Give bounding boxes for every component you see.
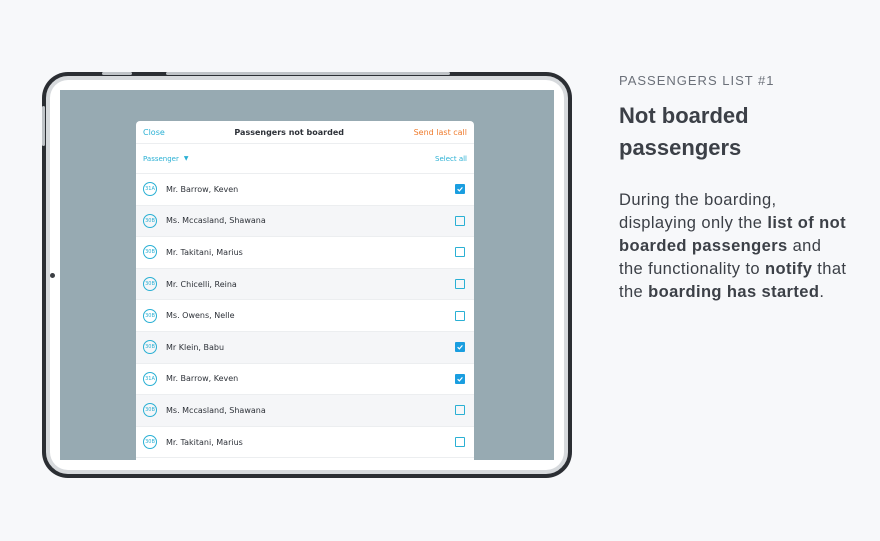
passenger-checkbox[interactable] xyxy=(455,437,465,448)
passenger-checkbox[interactable] xyxy=(455,310,465,321)
device-button xyxy=(42,106,45,146)
tablet-device: Close Passengers not boarded Send last c… xyxy=(42,72,570,476)
passenger-name: Mr. Takitani, Marius xyxy=(166,247,243,257)
passenger-row[interactable]: 31A Mr. Barrow, Keven xyxy=(136,364,474,396)
passenger-row[interactable]: 30B Mr. Chicelli, Reina xyxy=(136,268,474,301)
check-icon xyxy=(457,376,463,382)
description-panel: PASSENGERS LIST #1 Not boarded passenger… xyxy=(619,73,849,304)
passenger-checkbox[interactable] xyxy=(455,405,465,416)
passenger-filter-dropdown[interactable]: Passenger ▼ xyxy=(143,155,189,163)
close-button[interactable]: Close xyxy=(143,128,165,137)
passenger-checkbox[interactable] xyxy=(455,247,465,258)
seat-badge: 30B xyxy=(143,403,157,418)
seat-badge: 31A xyxy=(143,182,157,197)
seat-badge: 30B xyxy=(143,435,157,450)
modal-header: Close Passengers not boarded Send last c… xyxy=(136,121,474,144)
caret-down-icon: ▼ xyxy=(183,155,189,162)
passengers-modal: Close Passengers not boarded Send last c… xyxy=(136,121,474,460)
passenger-row[interactable]: 30B Ms. Mccasland, Shawana xyxy=(136,205,474,238)
passenger-checkbox[interactable] xyxy=(455,342,465,353)
camera-icon xyxy=(50,273,55,278)
device-button xyxy=(102,72,132,75)
passenger-name: Mr Klein, Babu xyxy=(166,342,225,352)
filter-row: Passenger ▼ Select all xyxy=(136,144,474,174)
passenger-name: Ms. Mccasland, Shawana xyxy=(166,405,266,415)
passenger-name: Mr. Barrow, Keven xyxy=(166,374,239,384)
description-segment: . xyxy=(819,283,825,301)
passenger-row[interactable]: 30B Mr. Takitani, Marius xyxy=(136,427,474,459)
seat-badge: 30B xyxy=(143,245,157,260)
passenger-checkbox[interactable] xyxy=(455,279,465,290)
send-last-call-button[interactable]: Send last call xyxy=(414,128,467,137)
passenger-row[interactable]: 30B Mr Klein, Babu xyxy=(136,331,474,364)
title-line: passengers xyxy=(619,135,742,160)
filter-label: Passenger xyxy=(143,154,179,163)
passenger-row[interactable]: 30B Ms. Mccasland, Shawana xyxy=(136,395,474,427)
seat-badge: 30B xyxy=(143,277,157,292)
passenger-name: Mr. Barrow, Keven xyxy=(166,184,239,194)
passenger-name: Mr. Takitani, Marius xyxy=(166,437,243,447)
description-text: During the boarding, displaying only the… xyxy=(619,189,849,304)
passenger-row[interactable]: 30B Ms. Owens, Nelle xyxy=(136,300,474,332)
select-all-button[interactable]: Select all xyxy=(435,155,467,163)
description-emphasis: boarding has started xyxy=(648,283,820,301)
modal-title: Passengers not boarded xyxy=(234,127,344,137)
passenger-name: Ms. Owens, Nelle xyxy=(166,311,235,321)
passenger-checkbox[interactable] xyxy=(455,184,465,195)
device-button xyxy=(166,72,450,75)
passenger-row[interactable]: 31A Mr. Barrow, Keven xyxy=(136,174,474,206)
title-line: Not boarded xyxy=(619,103,749,128)
page-title: Not boarded passengers xyxy=(619,100,849,164)
passenger-list: 31A Mr. Barrow, Keven 30B Ms. Mccasland, Sh… xyxy=(136,174,474,459)
seat-badge: 31A xyxy=(143,371,157,386)
check-icon xyxy=(457,345,463,350)
seat-badge: 30B xyxy=(143,213,157,228)
tablet-screen: Close Passengers not boarded Send last c… xyxy=(60,90,554,460)
passenger-checkbox[interactable] xyxy=(455,373,465,384)
description-emphasis: notify xyxy=(764,260,813,278)
passenger-name: Mr. Chicelli, Reina xyxy=(166,279,237,289)
section-eyebrow: PASSENGERS LIST #1 xyxy=(619,73,775,88)
seat-badge: 30B xyxy=(143,340,157,355)
passenger-name: Ms. Mccasland, Shawana xyxy=(166,216,266,226)
passenger-checkbox[interactable] xyxy=(455,215,465,226)
seat-badge: 30B xyxy=(143,308,157,323)
passenger-row[interactable]: 30B Mr. Takitani, Marius xyxy=(136,237,474,269)
description-segment: During the boarding, displaying only the xyxy=(619,191,777,232)
check-icon xyxy=(457,187,463,193)
